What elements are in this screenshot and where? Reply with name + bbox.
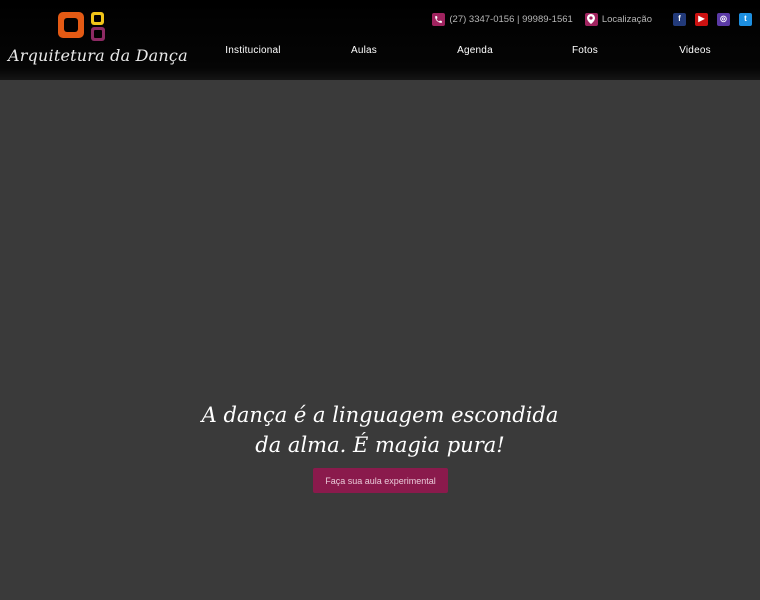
logo-mark <box>58 12 110 44</box>
contact-bar: (27) 3347-0156 | 99989-1561 Localização … <box>432 11 752 27</box>
social-links: f ▶ ◎ t <box>664 12 752 26</box>
instagram-icon[interactable]: ◎ <box>717 12 730 26</box>
facebook-icon[interactable]: f <box>673 12 686 26</box>
nav-agenda[interactable]: Agenda <box>457 45 493 56</box>
youtube-icon[interactable]: ▶ <box>695 12 708 26</box>
location-link[interactable]: Localização <box>602 14 652 25</box>
twitter-icon[interactable]: t <box>739 12 752 26</box>
nav-institucional[interactable]: Institucional <box>225 45 280 56</box>
hero-tagline-line1: A dança é a linguagem escondida <box>201 403 559 427</box>
phone-icon <box>432 12 446 26</box>
logo-text: Arquitetura da Dança <box>8 46 188 65</box>
main-nav: Institucional Aulas Agenda Fotos Videos <box>196 45 760 59</box>
nav-aulas[interactable]: Aulas <box>351 45 377 56</box>
site-header: Arquitetura da Dança (27) 3347-0156 | 99… <box>0 0 760 80</box>
logo-square-orange <box>58 12 84 38</box>
hero-tagline: A dança é a linguagem escondida da alma.… <box>200 400 560 460</box>
trial-class-button[interactable]: Faça sua aula experimental <box>313 468 448 493</box>
phone-number[interactable]: (27) 3347-0156 | 99989-1561 <box>449 14 572 25</box>
map-pin-icon <box>584 12 598 26</box>
logo-square-purple <box>91 27 105 41</box>
hero-section: A dança é a linguagem escondida da alma.… <box>0 80 760 600</box>
nav-videos[interactable]: Videos <box>679 45 711 56</box>
logo[interactable]: Arquitetura da Dança <box>8 8 188 74</box>
nav-fotos[interactable]: Fotos <box>572 45 598 56</box>
logo-square-yellow <box>91 12 104 25</box>
hero-tagline-line2: da alma. É magia pura! <box>255 433 505 457</box>
